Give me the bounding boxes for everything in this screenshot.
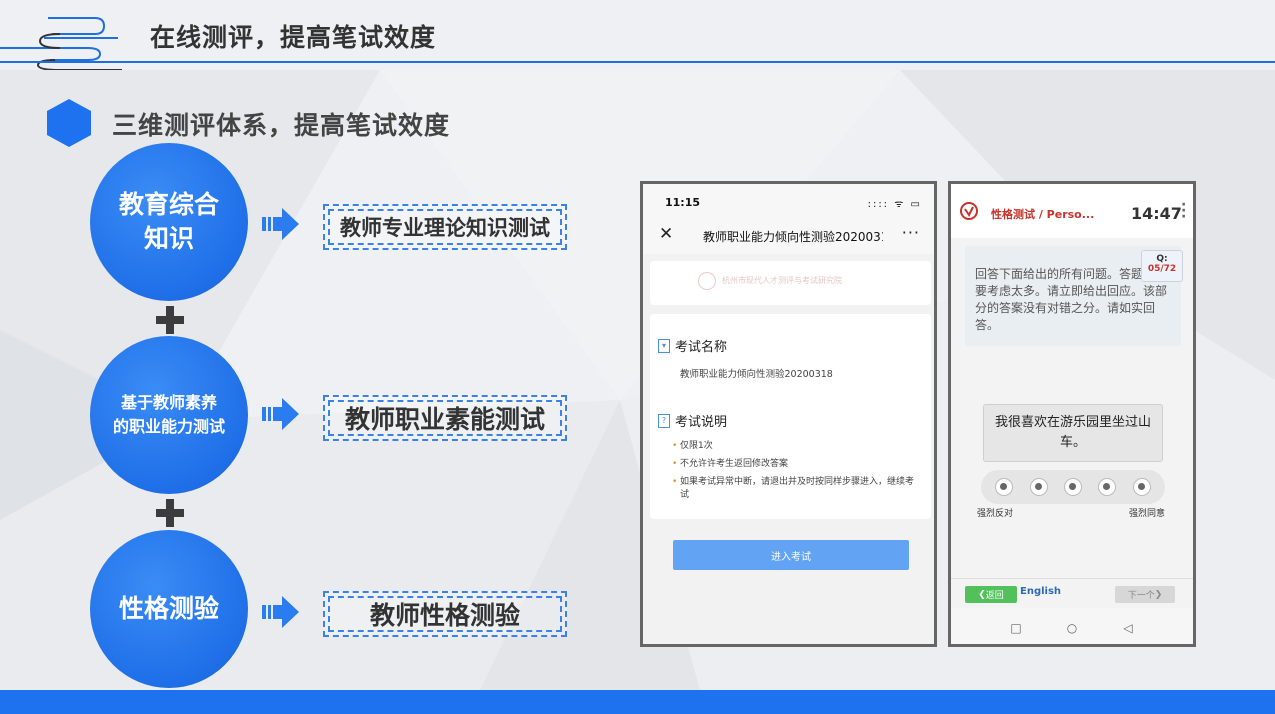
label-teacher-competency-test: 教师职业素能测试 (323, 395, 567, 441)
likert-option[interactable] (1029, 478, 1048, 496)
likert-option[interactable] (1098, 478, 1117, 496)
exam-info-card: ▾ 考试名称 教师职业能力倾向性测验20200318 ? 考试说明 仅限1次 不… (650, 314, 931, 519)
question-area: 回答下面给出的所有问题。答题时不要考虑太多。请立即给出回应。该部分的答案没有对错… (951, 238, 1193, 578)
next-button[interactable]: 下一个 ❯ (1115, 586, 1175, 603)
circle-line: 性格测验 (118, 594, 219, 623)
menu-icon[interactable]: · · · (1181, 198, 1186, 224)
app-title: 性格测试 / Perso... (991, 208, 1095, 221)
square-nav-icon[interactable]: □ (1008, 621, 1024, 635)
footer-bar (0, 690, 1275, 714)
seal-logo (698, 272, 716, 290)
action-bar: ❮ 返回 English 下一个 ❯ (951, 578, 1193, 608)
triangle-back-icon[interactable]: ◁ (1120, 621, 1136, 635)
list-item: 如果考试异常中断，请退出并及时按同样步骤进入，继续考试 (672, 476, 922, 502)
circle-line: 知识 (143, 224, 194, 253)
arrow-right-icon (262, 398, 299, 430)
likert-scale (981, 470, 1165, 504)
phone-screenshot-personality: 性格测试 / Perso... 14:47 · · · 回答下面给出的所有问题。答题… (948, 181, 1196, 647)
question-text: 我很喜欢在游乐园里坐过山车。 (983, 404, 1163, 462)
status-icons: :::: ᯤ ▭ (867, 199, 922, 210)
list-item: 仅限1次 (672, 440, 922, 453)
exam-name-value: 教师职业能力倾向性测验20200318 (680, 369, 833, 380)
watermark-text: 杭州市现代人才测评与考试研究院 (722, 276, 842, 285)
phone-screenshot-exam: 11:15 :::: ᯤ ▭ ✕ 教师职业能力倾向性测验20200318 ···… (640, 181, 937, 647)
nav-bar: ✕ 教师职业能力倾向性测验20200318 ··· (643, 218, 934, 254)
question-counter: Q: 05/72 (1141, 250, 1183, 282)
scale-right-label: 强烈同意 (1128, 509, 1165, 519)
android-nav-bar: □ ○ ◁ (951, 608, 1193, 644)
app-header: 性格测试 / Perso... 14:47 · · · (951, 184, 1193, 238)
chevron-left-icon: ❮ (978, 589, 986, 600)
circle-nav-icon[interactable]: ○ (1064, 621, 1080, 635)
arrow-right-icon (262, 208, 299, 240)
status-time: 11:15 (665, 196, 701, 209)
likert-option[interactable] (1063, 478, 1082, 496)
back-button[interactable]: ❮ 返回 (965, 586, 1017, 603)
nav-title: 教师职业能力倾向性测验20200318 (703, 230, 883, 244)
circle-line: 的职业能力测试 (112, 417, 225, 436)
plus-icon (156, 499, 184, 527)
circle-line: 基于教师素养 (120, 393, 217, 412)
circle-education-knowledge: 教育综合 知识 (90, 143, 248, 301)
banner-card: 杭州市现代人才测评与考试研究院 (650, 261, 931, 305)
close-icon[interactable]: ✕ (659, 224, 673, 244)
english-link[interactable]: English (1020, 586, 1061, 597)
hexagon-icon (47, 99, 91, 147)
exam-notes-list: 仅限1次 不允许许考生返回修改答案 如果考试异常中断，请退出并及时按同样步骤进入… (672, 440, 922, 507)
label-teacher-theory-test: 教师专业理论知识测试 (323, 204, 567, 250)
likert-option[interactable] (1132, 478, 1151, 496)
circle-line: 教育综合 (118, 190, 219, 219)
header-divider (0, 61, 1275, 63)
circle-professional-ability: 基于教师素养 的职业能力测试 (90, 336, 248, 494)
app-logo-icon (960, 202, 978, 220)
question-icon: ? (658, 413, 670, 428)
exam-name-heading: ▾ 考试名称 (658, 336, 727, 355)
exam-notes-heading: ? 考试说明 (658, 411, 727, 430)
chevron-right-icon: ❯ (1154, 589, 1163, 600)
enter-exam-button[interactable]: 进入考试 (673, 540, 909, 570)
bookmark-icon: ▾ (658, 338, 670, 353)
list-item: 不允许许考生返回修改答案 (672, 458, 922, 471)
section-title: 三维测评体系，提高笔试效度 (112, 111, 451, 140)
label-teacher-personality-test: 教师性格测验 (323, 591, 567, 637)
scale-left-label: 强烈反对 (977, 509, 1014, 519)
more-icon[interactable]: ··· (902, 223, 920, 242)
arrow-right-icon (262, 596, 299, 628)
likert-option[interactable] (995, 478, 1014, 496)
clock: 14:47 (1131, 204, 1182, 223)
page-title: 在线测评，提高笔试效度 (150, 23, 437, 52)
circle-personality-test: 性格测验 (90, 530, 248, 688)
plus-icon (156, 306, 184, 334)
status-bar: 11:15 :::: ᯤ ▭ (643, 184, 934, 218)
